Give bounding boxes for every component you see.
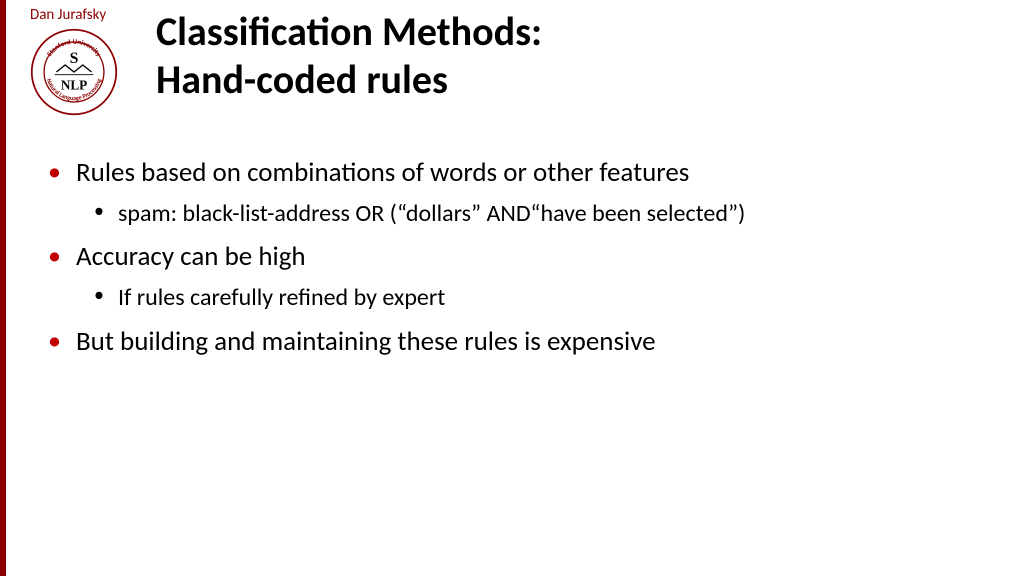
sub-bullet-item: spam: black-list-address OR (“dollars” A… [36,198,994,229]
bullet-text: Accuracy can be high [76,240,306,273]
slide-title: Classification Methods: Hand-coded rules [156,8,542,104]
bullet-text: Rules based on combinations of words or … [76,156,689,189]
title-line-2: Hand-coded rules [156,56,542,104]
sub-bullet-text: spam: black-list-address OR (“dollars” A… [118,199,745,228]
sub-bullet-item: If rules carefully refined by expert [36,282,994,313]
sub-bullet-text: If rules carefully refined by expert [118,283,445,312]
svg-text:NLP: NLP [61,78,87,93]
bullet-list: Rules based on combinations of words or … [36,155,994,359]
svg-text:S: S [70,50,79,67]
stanford-nlp-logo: Stanford University Natural Language Pro… [30,28,118,116]
bullet-item: Rules based on combinations of words or … [36,155,994,190]
author-label: Dan Jurafsky [30,6,106,24]
slide-content: Rules based on combinations of words or … [36,155,994,367]
bullet-item: But building and maintaining these rules… [36,324,994,359]
title-line-1: Classification Methods: [156,8,542,56]
bullet-text: But building and maintaining these rules… [76,325,656,358]
bullet-item: Accuracy can be high [36,239,994,274]
